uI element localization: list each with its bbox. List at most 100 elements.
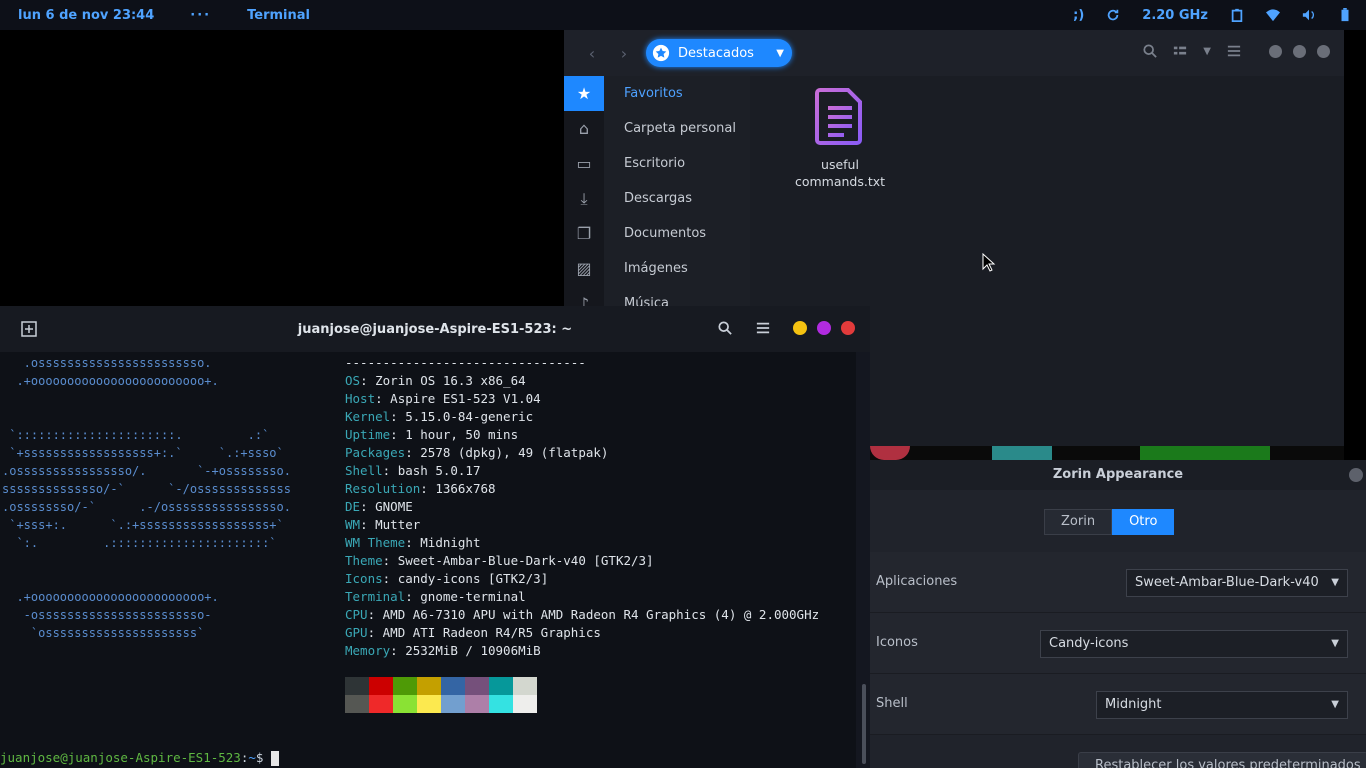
reset-defaults-button[interactable]: Restablecer los valores predeterminados <box>1078 752 1366 768</box>
palette-swatch <box>513 695 537 713</box>
iconos-value: Candy-icons <box>1049 636 1129 651</box>
info-line: Uptime: 1 hour, 50 mins <box>345 427 519 442</box>
view-list-icon[interactable] <box>1173 44 1187 58</box>
appearance-close-button[interactable] <box>1349 468 1363 482</box>
palette-swatch <box>417 695 441 713</box>
info-value: 2532MiB / 10906MiB <box>405 643 541 658</box>
info-key: Theme <box>345 553 383 568</box>
documents-icon[interactable]: ❐ <box>564 216 604 251</box>
shell-prompt[interactable]: juanjose@juanjose-Aspire-ES1-523:~$ <box>0 749 279 767</box>
aplicaciones-dropdown[interactable]: Sweet-Ambar-Blue-Dark-v40 ▼ <box>1126 569 1348 597</box>
info-line: WM Theme: Midnight <box>345 535 481 550</box>
palette-swatch <box>441 695 465 713</box>
info-value: 1366x768 <box>435 481 496 496</box>
aplicaciones-value: Sweet-Ambar-Blue-Dark-v40 <box>1135 575 1319 590</box>
minimize-button[interactable] <box>793 321 807 335</box>
battery-icon[interactable] <box>1338 8 1352 22</box>
clipboard-icon[interactable] <box>1230 8 1244 22</box>
wifi-icon[interactable] <box>1266 8 1280 22</box>
appearance-title: Zorin Appearance <box>1052 467 1184 482</box>
breadcrumb-label: Destacados <box>678 45 754 61</box>
search-icon[interactable] <box>1143 44 1158 58</box>
sidebar-item-favoritos[interactable]: Favoritos <box>604 76 750 111</box>
sidebar-item-escritorio[interactable]: Escritorio <box>604 146 750 181</box>
pictures-icon[interactable]: ▨ <box>564 251 604 286</box>
star-icon <box>652 44 670 62</box>
info-line: Kernel: 5.15.0-84-generic <box>345 409 534 424</box>
close-button[interactable] <box>841 321 855 335</box>
sidebar-item-documentos[interactable]: Documentos <box>604 216 750 251</box>
info-value: Sweet-Ambar-Blue-Dark-v40 [GTK2/3] <box>397 553 654 568</box>
info-key: Shell <box>345 463 383 478</box>
back-icon[interactable]: ‹ <box>576 44 608 63</box>
row-label-iconos: Iconos <box>876 635 918 650</box>
palette-swatch <box>369 677 393 695</box>
sidebar-item-imagenes[interactable]: Imágenes <box>604 251 750 286</box>
terminal-title: juanjose@juanjose-Aspire-ES1-523: ~ <box>297 321 573 337</box>
wallpaper-preview-strip <box>870 446 1344 460</box>
palette-swatch <box>417 677 441 695</box>
info-value: gnome-terminal <box>420 589 526 604</box>
tab-otro[interactable]: Otro <box>1112 509 1175 535</box>
terminal-output[interactable]: .osssssssssssssssssssssso. .+ooooooooooo… <box>0 352 856 768</box>
active-app-label[interactable]: Terminal <box>247 8 310 23</box>
maximize-button[interactable] <box>817 321 831 335</box>
volume-icon[interactable] <box>1302 8 1316 22</box>
home-icon[interactable]: ⌂ <box>564 111 604 146</box>
palette-swatch <box>369 695 393 713</box>
info-line: OS: Zorin OS 16.3 x86_64 <box>345 373 526 388</box>
tab-zorin[interactable]: Zorin <box>1044 509 1113 535</box>
download-icon[interactable]: ⤓ <box>564 181 604 216</box>
palette-swatch <box>393 677 417 695</box>
info-line: Terminal: gnome-terminal <box>345 589 526 604</box>
info-line: Icons: candy-icons [GTK2/3] <box>345 571 549 586</box>
sidebar-item-descargas[interactable]: Descargas <box>604 181 750 216</box>
info-line: GPU: AMD ATI Radeon R4/R5 Graphics <box>345 625 601 640</box>
ascii-logo: .osssssssssssssssssssssso. .+ooooooooooo… <box>2 356 291 640</box>
prompt-path: ~ <box>248 750 256 765</box>
row-iconos: Iconos Candy-icons ▼ <box>870 613 1366 674</box>
refresh-icon[interactable] <box>1106 8 1120 22</box>
search-icon[interactable] <box>718 321 732 335</box>
info-line: DE: GNOME <box>345 499 413 514</box>
file-name-line1: useful <box>821 157 859 172</box>
activities-dots[interactable]: ··· <box>190 8 211 23</box>
info-key: OS <box>345 373 361 388</box>
chevron-down-icon[interactable]: ▼ <box>776 48 784 59</box>
mouse-pointer-icon <box>982 253 996 272</box>
row-label-shell: Shell <box>876 696 908 711</box>
prompt-user: juanjose@juanjose-Aspire-ES1-523 <box>0 750 241 765</box>
info-separator: -------------------------------- <box>345 355 586 370</box>
sidebar-item-carpeta-personal[interactable]: Carpeta personal <box>604 111 750 146</box>
desktop-icon[interactable]: ▭ <box>564 146 604 181</box>
cpu-frequency[interactable]: 2.20 GHz <box>1142 8 1208 23</box>
info-line: Memory: 2532MiB / 10906MiB <box>345 643 541 658</box>
maximize-button[interactable] <box>1293 44 1306 58</box>
location-breadcrumb[interactable]: Destacados ▼ <box>646 39 792 67</box>
prompt-symbol: $ <box>255 750 271 765</box>
menu-icon[interactable] <box>756 321 770 335</box>
info-key: CPU <box>345 607 368 622</box>
palette-swatch <box>393 695 417 713</box>
iconos-dropdown[interactable]: Candy-icons ▼ <box>1040 630 1348 658</box>
menu-icon[interactable] <box>1227 44 1241 58</box>
info-key: Kernel <box>345 409 391 424</box>
indicator-text[interactable]: ;) <box>1073 8 1084 23</box>
zorin-appearance-window: Zorin Appearance Zorin Otro Aplicaciones… <box>870 460 1366 768</box>
info-value: candy-icons [GTK2/3] <box>397 571 549 586</box>
clock[interactable]: lun 6 de nov 23:44 <box>18 8 154 23</box>
forward-icon[interactable]: › <box>608 44 640 63</box>
info-key: Resolution <box>345 481 421 496</box>
info-value: AMD ATI Radeon R4/R5 Graphics <box>382 625 601 640</box>
info-line: WM: Mutter <box>345 517 421 532</box>
close-button[interactable] <box>1317 44 1330 58</box>
theme-source-switch: Zorin Otro <box>1044 509 1175 535</box>
color-palette <box>345 677 537 713</box>
minimize-button[interactable] <box>1269 44 1282 58</box>
palette-swatch <box>345 677 369 695</box>
shell-dropdown[interactable]: Midnight ▼ <box>1096 691 1348 719</box>
starred-icon[interactable]: ★ <box>564 76 604 111</box>
view-options-chevron-icon[interactable]: ▼ <box>1203 46 1211 57</box>
file-useful-commands[interactable]: useful commands.txt <box>780 86 900 190</box>
terminal-scrollbar-thumb[interactable] <box>862 684 866 764</box>
